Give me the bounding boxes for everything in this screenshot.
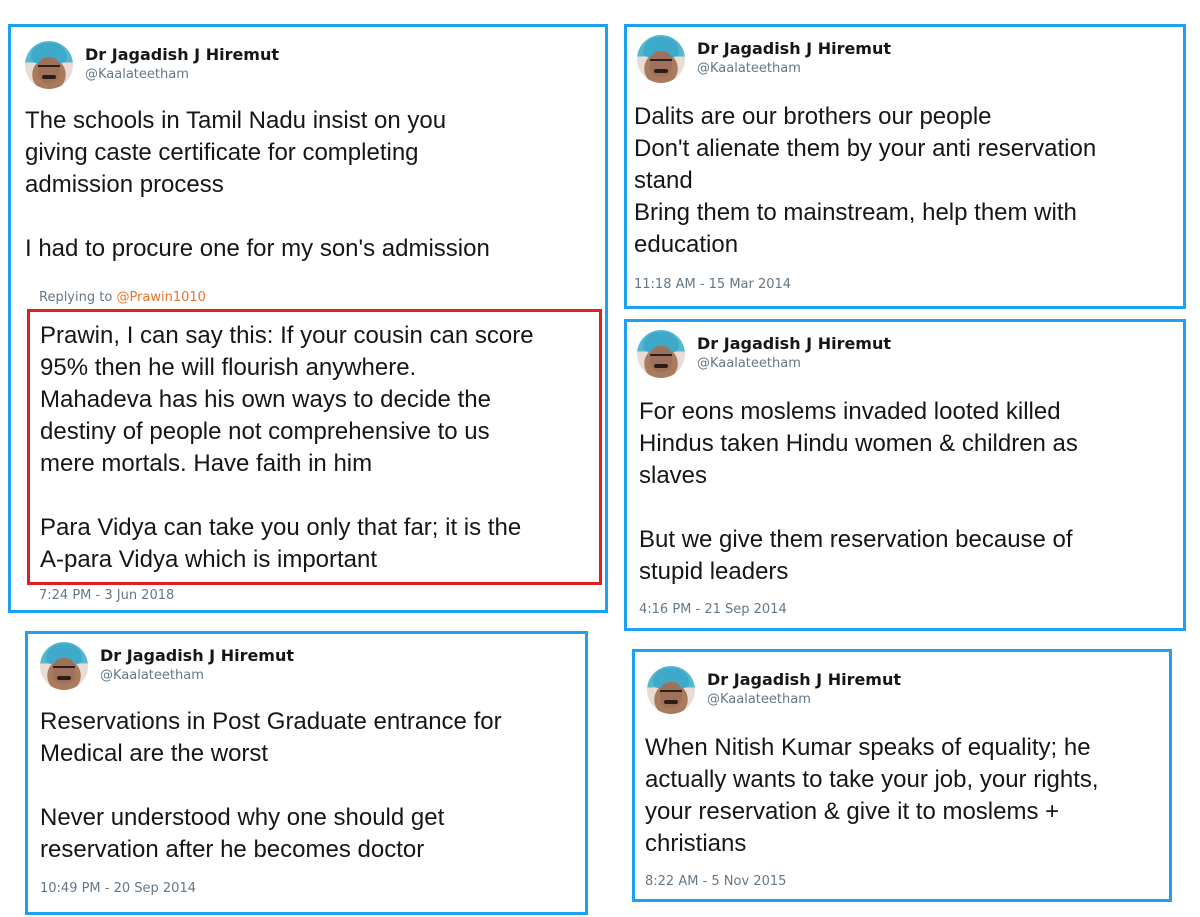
author-name[interactable]: Dr Jagadish J Hiremut [100, 646, 294, 665]
profile-avatar-icon[interactable] [637, 35, 685, 83]
tweet-text: Dalits are our brothers our people Don't… [634, 103, 1097, 258]
author-name[interactable]: Dr Jagadish J Hiremut [85, 45, 279, 64]
author-name[interactable]: Dr Jagadish J Hiremut [707, 670, 901, 689]
profile-avatar-icon[interactable] [647, 666, 695, 714]
author-name[interactable]: Dr Jagadish J Hiremut [697, 39, 891, 58]
replying-label: Replying to [39, 290, 113, 305]
tweet-text: For eons moslems invaded looted killed H… [639, 398, 1078, 585]
tweet-card[interactable]: Dr Jagadish J Hiremut @Kaalateetham Rese… [25, 631, 588, 915]
profile-avatar-icon[interactable] [637, 330, 685, 378]
tweet-card[interactable]: Dr Jagadish J Hiremut @Kaalateetham Dali… [624, 24, 1186, 309]
author-handle[interactable]: @Kaalateetham [707, 692, 811, 707]
profile-avatar-icon[interactable] [40, 642, 88, 690]
author-handle[interactable]: @Kaalateetham [100, 668, 204, 683]
tweet-timestamp[interactable]: 10:49 PM - 20 Sep 2014 [40, 881, 196, 896]
reply-text: Prawin, I can say this: If your cousin c… [40, 322, 534, 573]
highlighted-reply: Prawin, I can say this: If your cousin c… [27, 309, 602, 585]
tweet-text: When Nitish Kumar speaks of equality; he… [645, 734, 1099, 857]
replying-to: Replying to @Prawin1010 [39, 290, 206, 305]
author-handle[interactable]: @Kaalateetham [697, 61, 801, 76]
tweet-text: Reservations in Post Graduate entrance f… [40, 708, 502, 863]
profile-avatar-icon[interactable] [25, 41, 73, 89]
tweet-timestamp[interactable]: 11:18 AM - 15 Mar 2014 [634, 277, 791, 292]
reply-mention-link[interactable]: @Prawin1010 [116, 290, 206, 305]
tweet-timestamp[interactable]: 8:22 AM - 5 Nov 2015 [645, 874, 786, 889]
author-handle[interactable]: @Kaalateetham [697, 356, 801, 371]
tweet-card[interactable]: Dr Jagadish J Hiremut @Kaalateetham When… [632, 649, 1172, 902]
tweet-card[interactable]: Dr Jagadish J Hiremut @Kaalateetham For … [624, 319, 1186, 631]
author-name[interactable]: Dr Jagadish J Hiremut [697, 334, 891, 353]
tweet-timestamp[interactable]: 4:16 PM - 21 Sep 2014 [639, 602, 787, 617]
tweet-timestamp[interactable]: 7:24 PM - 3 Jun 2018 [39, 588, 174, 603]
tweet-card[interactable]: Dr Jagadish J Hiremut @Kaalateetham The … [8, 24, 608, 613]
author-handle[interactable]: @Kaalateetham [85, 67, 189, 82]
tweet-text: The schools in Tamil Nadu insist on you … [25, 107, 490, 262]
